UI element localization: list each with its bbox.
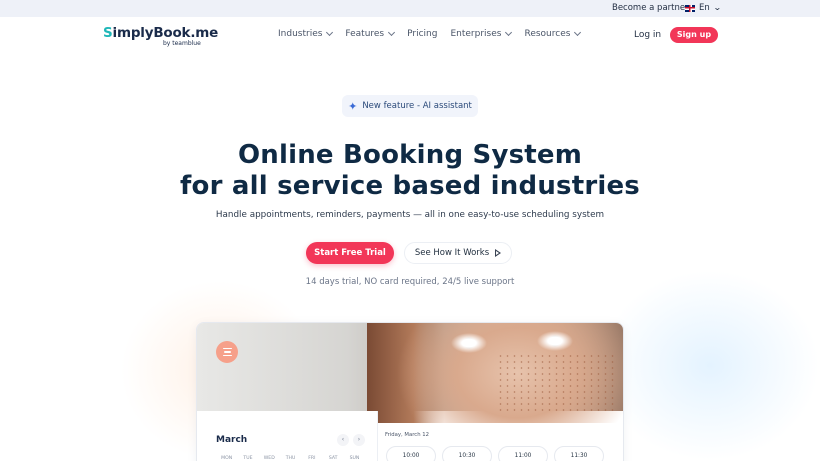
product-preview: March ‹ › MON TUE WED THU FRI SAT SUN Fr… [196,322,624,461]
main-header: SimplyBook.me by teamblue Industries Fea… [0,17,820,53]
prev-month-icon[interactable]: ‹ [337,434,349,446]
background-glow [600,270,820,461]
logo-byline: by teamblue [163,40,201,47]
start-free-trial-button[interactable]: Start Free Trial [306,242,394,264]
logo-wordmark: SimplyBook.me [103,25,219,41]
hero-headline: Online Booking System for all service ba… [0,140,820,202]
headline-line-2: for all service based industries [180,171,640,201]
time-slot[interactable]: 10:30 [442,446,492,461]
chevron-down-icon [505,28,513,37]
become-partner-link[interactable]: Become a partner [612,3,689,13]
time-slot[interactable]: 10:00 [386,446,436,461]
slot-date: Friday, March 12 [385,432,429,438]
chevron-down-icon [388,28,396,37]
time-slot[interactable]: 11:30 [554,446,604,461]
sparkle-icon: ✦ [348,99,358,113]
weekday-label: SUN [349,456,360,461]
calendar-panel: March ‹ › MON TUE WED THU FRI SAT SUN [197,411,377,461]
time-slot[interactable]: 11:00 [498,446,548,461]
uk-flag-icon [685,4,695,12]
time-slot-list: 10:00 10:30 11:00 11:30 [386,446,604,461]
see-how-it-works-button[interactable]: See How It Works [404,242,512,264]
weekday-label: FRI [308,456,316,461]
weekday-label: TUE [243,456,253,461]
nav-item-resources[interactable]: Resources [524,28,582,39]
preview-hero-image [197,323,623,423]
next-month-icon[interactable]: › [353,434,365,446]
play-icon [495,249,502,257]
weekday-row: MON TUE WED THU FRI SAT SUN [221,456,360,461]
weekday-label: SAT [328,456,338,461]
trial-note: 14 days trial, NO card required, 24/5 li… [305,277,515,287]
headline-line-1: Online Booking System [237,140,583,170]
signup-button[interactable]: Sign up [670,27,718,43]
weekday-label: THU [285,456,296,461]
main-nav: Industries Features Pricing Enterprises … [278,28,582,39]
chevron-down-icon [326,28,334,37]
language-label: En [699,3,710,13]
feature-badge-label: New feature - AI assistant [362,101,472,111]
see-how-label: See How It Works [414,248,490,258]
new-feature-badge[interactable]: ✦ New feature - AI assistant [342,95,478,117]
nav-item-pricing[interactable]: Pricing [407,29,437,39]
chevron-down-icon [574,28,582,37]
nav-item-industries[interactable]: Industries [278,28,334,39]
weekday-label: WED [263,456,275,461]
nav-item-enterprises[interactable]: Enterprises [450,28,513,39]
top-utility-bar: Become a partner En ⌄ [0,0,820,17]
photo-texture [497,353,617,411]
logo[interactable]: SimplyBook.me by teamblue [103,25,219,47]
chevron-down-icon: ⌄ [712,3,722,12]
hero-subline: Handle appointments, reminders, payments… [215,210,605,220]
language-selector[interactable]: En ⌄ [685,3,722,13]
weekday-label: MON [221,456,233,461]
time-slots-panel: Friday, March 12 10:00 10:30 11:00 11:30 [378,411,623,461]
calendar-month: March [216,435,248,445]
hamburger-menu-icon[interactable] [216,341,238,363]
calendar-nav: ‹ › [337,434,365,446]
nav-item-features[interactable]: Features [345,28,396,39]
login-link[interactable]: Log in [634,30,661,40]
